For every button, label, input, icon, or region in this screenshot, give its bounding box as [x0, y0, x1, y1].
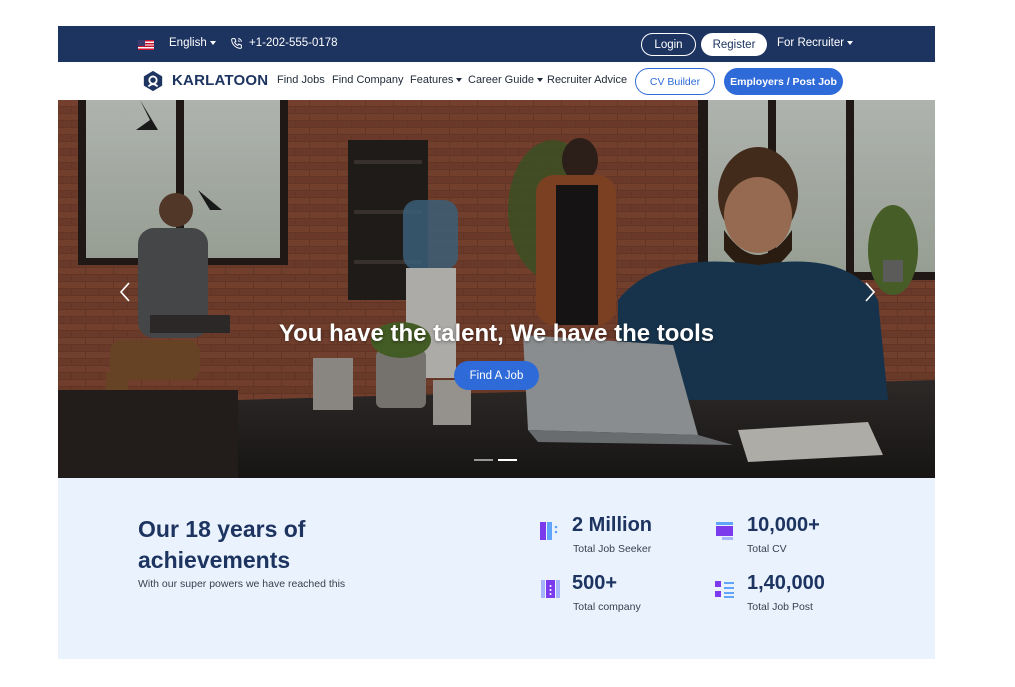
stat-value: 10,000+	[747, 514, 820, 536]
stat-label: Total Job Seeker	[573, 543, 652, 555]
carousel-dot[interactable]	[474, 459, 493, 461]
nav-features-label: Features	[410, 74, 454, 86]
find-a-job-button[interactable]: Find A Job	[454, 361, 539, 390]
job-seeker-icon	[540, 522, 558, 540]
achievements-subtitle: With our super powers we have reached th…	[138, 578, 346, 590]
for-recruiter-label: For Recruiter	[777, 37, 845, 49]
chevron-down-icon	[847, 40, 854, 45]
stat-label: Total CV	[747, 543, 787, 555]
site-frame: English +1-202-555-0178 Login Register F…	[58, 26, 935, 659]
register-button[interactable]: Register	[701, 33, 767, 56]
phone-number[interactable]: +1-202-555-0178	[249, 37, 338, 49]
hero-carousel: You have the talent, We have the tools F…	[58, 100, 935, 478]
logo-text[interactable]: KARLATOON	[172, 72, 268, 89]
language-label: English	[169, 37, 207, 49]
nav-features[interactable]: Features	[410, 74, 463, 86]
phone-icon	[231, 38, 242, 49]
stat-label: Total company	[573, 601, 641, 613]
us-flag-icon	[138, 40, 154, 50]
top-bar: English +1-202-555-0178 Login Register F…	[58, 26, 935, 62]
chevron-down-icon	[537, 78, 544, 83]
login-button[interactable]: Login	[641, 33, 696, 56]
chevron-down-icon	[456, 78, 463, 83]
nav-find-jobs[interactable]: Find Jobs	[277, 74, 325, 86]
carousel-prev-arrow-icon[interactable]	[116, 280, 134, 304]
job-post-icon	[715, 581, 734, 598]
carousel-indicators	[474, 459, 517, 461]
achievements-section: Our 18 years of achievements With our su…	[58, 478, 935, 659]
carousel-dot-active[interactable]	[498, 459, 517, 461]
cv-builder-button[interactable]: CV Builder	[635, 68, 715, 95]
stat-value: 500+	[572, 572, 618, 594]
language-selector[interactable]: English	[169, 37, 216, 49]
main-nav: KARLATOON Find Jobs Find Company Feature…	[58, 62, 935, 100]
nav-find-company[interactable]: Find Company	[332, 74, 404, 86]
nav-career-guide[interactable]: Career Guide	[468, 74, 544, 86]
for-recruiter-menu[interactable]: For Recruiter	[777, 37, 854, 49]
post-job-button[interactable]: Employers / Post Job	[724, 68, 843, 95]
carousel-next-arrow-icon[interactable]	[861, 280, 879, 304]
chevron-down-icon	[209, 40, 216, 45]
achievements-title: Our 18 years of achievements	[138, 516, 306, 573]
cv-icon	[716, 522, 733, 540]
stat-value: 2 Million	[572, 514, 652, 536]
stat-value: 1,40,000	[747, 572, 825, 594]
hero-title: You have the talent, We have the tools	[278, 320, 715, 347]
nav-recruiter-advice[interactable]: Recruiter Advice	[547, 74, 627, 86]
logo-icon[interactable]	[142, 70, 164, 92]
page: English +1-202-555-0178 Login Register F…	[0, 0, 1015, 687]
nav-career-guide-label: Career Guide	[468, 74, 535, 86]
stat-label: Total Job Post	[747, 601, 813, 613]
company-icon	[541, 580, 560, 598]
hero-office-image	[58, 100, 935, 478]
